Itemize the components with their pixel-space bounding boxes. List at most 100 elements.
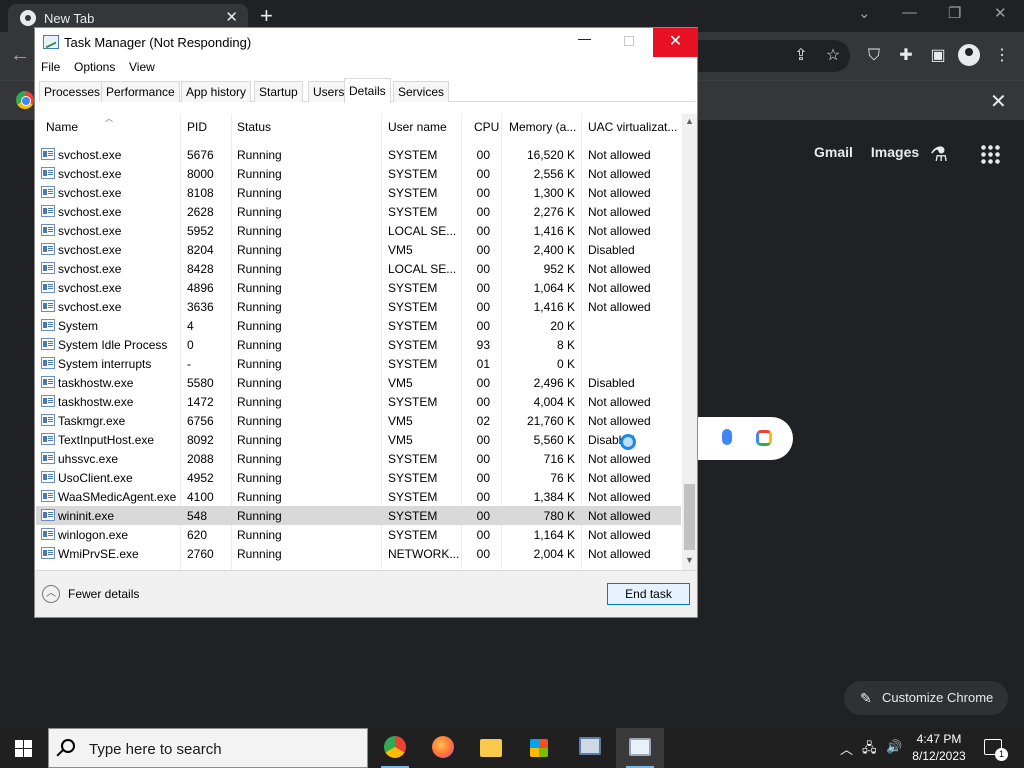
tab-services[interactable]: Services — [393, 81, 450, 102]
process-status: Running — [237, 281, 282, 295]
tab-performance[interactable]: Performance — [101, 81, 180, 102]
network-icon[interactable]: 🖧 — [862, 739, 877, 761]
table-row[interactable]: wininit.exe 548 Running SYSTEM 00 780 K Not al… — [36, 506, 681, 525]
window-close-button[interactable]: ✕ — [994, 4, 1007, 22]
taskbar-chrome[interactable] — [371, 728, 419, 768]
table-row[interactable]: System 4 Running SYSTEM 00 20 K — [36, 316, 681, 335]
taskbar-firefox[interactable] — [419, 728, 467, 768]
chevron-up-icon[interactable]: ︿ — [42, 585, 60, 603]
table-row[interactable]: TextInputHost.exe 8092 Running VM5 00 5,560 K… — [36, 430, 681, 449]
col-name[interactable]: Name — [46, 120, 78, 140]
chrome-menu-icon[interactable]: ⋮ — [992, 46, 1012, 66]
fewer-details-link[interactable]: Fewer details — [68, 587, 139, 601]
process-status: Running — [237, 243, 282, 257]
process-pid: 620 — [187, 528, 208, 542]
table-row[interactable]: svchost.exe 2628 Running SYSTEM 00 2,276 K Not… — [36, 202, 681, 221]
taskbar-file-explorer[interactable] — [467, 728, 515, 768]
images-link[interactable]: Images — [871, 144, 919, 160]
taskbar-search-box[interactable]: Type here to search — [48, 728, 368, 768]
taskbar-clock[interactable]: 4:47 PM 8/12/2023 — [906, 731, 972, 765]
scroll-thumb[interactable] — [684, 484, 695, 550]
table-row[interactable]: svchost.exe 5676 Running SYSTEM 00 16,520 K No… — [36, 145, 681, 164]
tab-processes[interactable]: Processes — [39, 81, 106, 102]
tab-close-icon[interactable]: ✕ — [225, 8, 238, 26]
task-manager-titlebar[interactable]: Task Manager (Not Responding) — ✕ — [35, 28, 698, 57]
lens-search-icon[interactable] — [756, 430, 772, 446]
voice-search-icon[interactable] — [722, 429, 732, 445]
process-user: SYSTEM — [388, 205, 438, 219]
col-user-name[interactable]: User name — [388, 120, 447, 140]
tm-minimize-button[interactable]: — — [578, 31, 591, 46]
customize-chrome-button[interactable]: ✎ Customize Chrome — [844, 681, 1008, 715]
table-row[interactable]: Taskmgr.exe 6756 Running VM5 02 21,760 K Not a… — [36, 411, 681, 430]
window-restore-button[interactable]: ❐ — [948, 4, 961, 22]
profile-avatar-icon[interactable] — [958, 44, 980, 66]
monitor-icon — [579, 737, 601, 755]
share-icon[interactable]: ⇪ — [791, 46, 811, 66]
google-apps-icon[interactable] — [980, 144, 1000, 164]
table-row[interactable]: WaaSMedicAgent.exe 4100 Running SYSTEM 00 1,3… — [36, 487, 681, 506]
process-uac: Not allowed — [588, 262, 651, 276]
table-row[interactable]: svchost.exe 5952 Running LOCAL SE... 00 1,416… — [36, 221, 681, 240]
process-status: Running — [237, 205, 282, 219]
taskbar-remote-desktop[interactable] — [566, 728, 614, 768]
table-row[interactable]: UsoClient.exe 4952 Running SYSTEM 00 76 K Not … — [36, 468, 681, 487]
process-cpu: 00 — [476, 452, 490, 466]
vertical-scrollbar[interactable]: ▲ ▼ — [682, 114, 697, 570]
table-row[interactable]: svchost.exe 3636 Running SYSTEM 00 1,416 K Not… — [36, 297, 681, 316]
side-panel-icon[interactable]: ▣ — [928, 46, 948, 66]
window-minimize-button[interactable]: — — [902, 4, 917, 21]
table-row[interactable]: taskhostw.exe 5580 Running VM5 00 2,496 K Disa… — [36, 373, 681, 392]
col-memory[interactable]: Memory (a... — [509, 120, 576, 140]
extensions-puzzle-icon[interactable]: ✚ — [896, 46, 916, 66]
back-arrow-icon[interactable]: ← — [10, 44, 30, 67]
process-memory: 2,400 K — [533, 243, 575, 257]
tray-chevron-up-icon[interactable]: ︿ — [840, 739, 853, 758]
labs-flask-icon[interactable]: ⚗ — [930, 142, 948, 167]
scroll-up-icon[interactable]: ▲ — [685, 116, 694, 126]
gmail-link[interactable]: Gmail — [814, 144, 853, 160]
new-tab-button[interactable]: + — [260, 3, 273, 29]
table-row[interactable]: WmiPrvSE.exe 2760 Running NETWORK... 00 2,004… — [36, 544, 681, 563]
table-row[interactable]: System interrupts - Running SYSTEM 01 0 K — [36, 354, 681, 373]
volume-icon[interactable]: 🔊 — [886, 739, 902, 755]
table-row[interactable]: svchost.exe 4896 Running SYSTEM 00 1,064 K Not… — [36, 278, 681, 297]
tab-app-history[interactable]: App history — [181, 81, 252, 102]
chrome-logo-icon[interactable] — [16, 91, 34, 109]
bar-close-icon[interactable]: ✕ — [990, 89, 1007, 114]
table-row[interactable]: taskhostw.exe 1472 Running SYSTEM 00 4,004 K N… — [36, 392, 681, 411]
scroll-down-icon[interactable]: ▼ — [685, 555, 694, 565]
col-status[interactable]: Status — [237, 120, 271, 140]
google-search-box[interactable] — [690, 417, 793, 460]
menu-file[interactable]: File — [41, 60, 60, 74]
process-name: svchost.exe — [58, 167, 122, 181]
windows-start-icon[interactable] — [15, 740, 32, 757]
table-row[interactable]: svchost.exe 8428 Running LOCAL SE... 00 952 K… — [36, 259, 681, 278]
tm-close-button[interactable]: ✕ — [653, 28, 698, 57]
process-memory: 2,496 K — [533, 376, 575, 390]
table-row[interactable]: uhssvc.exe 2088 Running SYSTEM 00 716 K Not al… — [36, 449, 681, 468]
table-row[interactable]: svchost.exe 8000 Running SYSTEM 00 2,556 K Not… — [36, 164, 681, 183]
pencil-icon: ✎ — [860, 690, 872, 706]
taskbar-task-manager[interactable] — [616, 728, 664, 768]
tab-startup[interactable]: Startup — [254, 81, 303, 102]
address-bar[interactable]: ⇪ ☆ — [690, 40, 850, 72]
col-uac[interactable]: UAC virtualizat... — [588, 120, 677, 140]
menu-options[interactable]: Options — [74, 60, 115, 74]
ublock-extension-icon[interactable]: ⛉ — [864, 46, 884, 66]
tm-maximize-button[interactable] — [624, 36, 634, 46]
table-row[interactable]: winlogon.exe 620 Running SYSTEM 00 1,164 K Not… — [36, 525, 681, 544]
process-icon — [41, 528, 55, 540]
col-cpu[interactable]: CPU — [474, 120, 499, 140]
tab-search-icon[interactable]: ⌄ — [858, 4, 871, 22]
table-row[interactable]: svchost.exe 8204 Running VM5 00 2,400 K Disabl… — [36, 240, 681, 259]
bookmark-star-icon[interactable]: ☆ — [823, 46, 843, 66]
store-bag-icon — [530, 739, 548, 757]
menu-view[interactable]: View — [129, 60, 155, 74]
table-row[interactable]: svchost.exe 8108 Running SYSTEM 00 1,300 K Not… — [36, 183, 681, 202]
taskbar-store[interactable] — [515, 728, 563, 768]
end-task-button[interactable]: End task — [607, 583, 690, 605]
col-pid[interactable]: PID — [187, 120, 207, 140]
tab-details[interactable]: Details — [344, 78, 391, 103]
table-row[interactable]: System Idle Process 0 Running SYSTEM 93 8 K — [36, 335, 681, 354]
